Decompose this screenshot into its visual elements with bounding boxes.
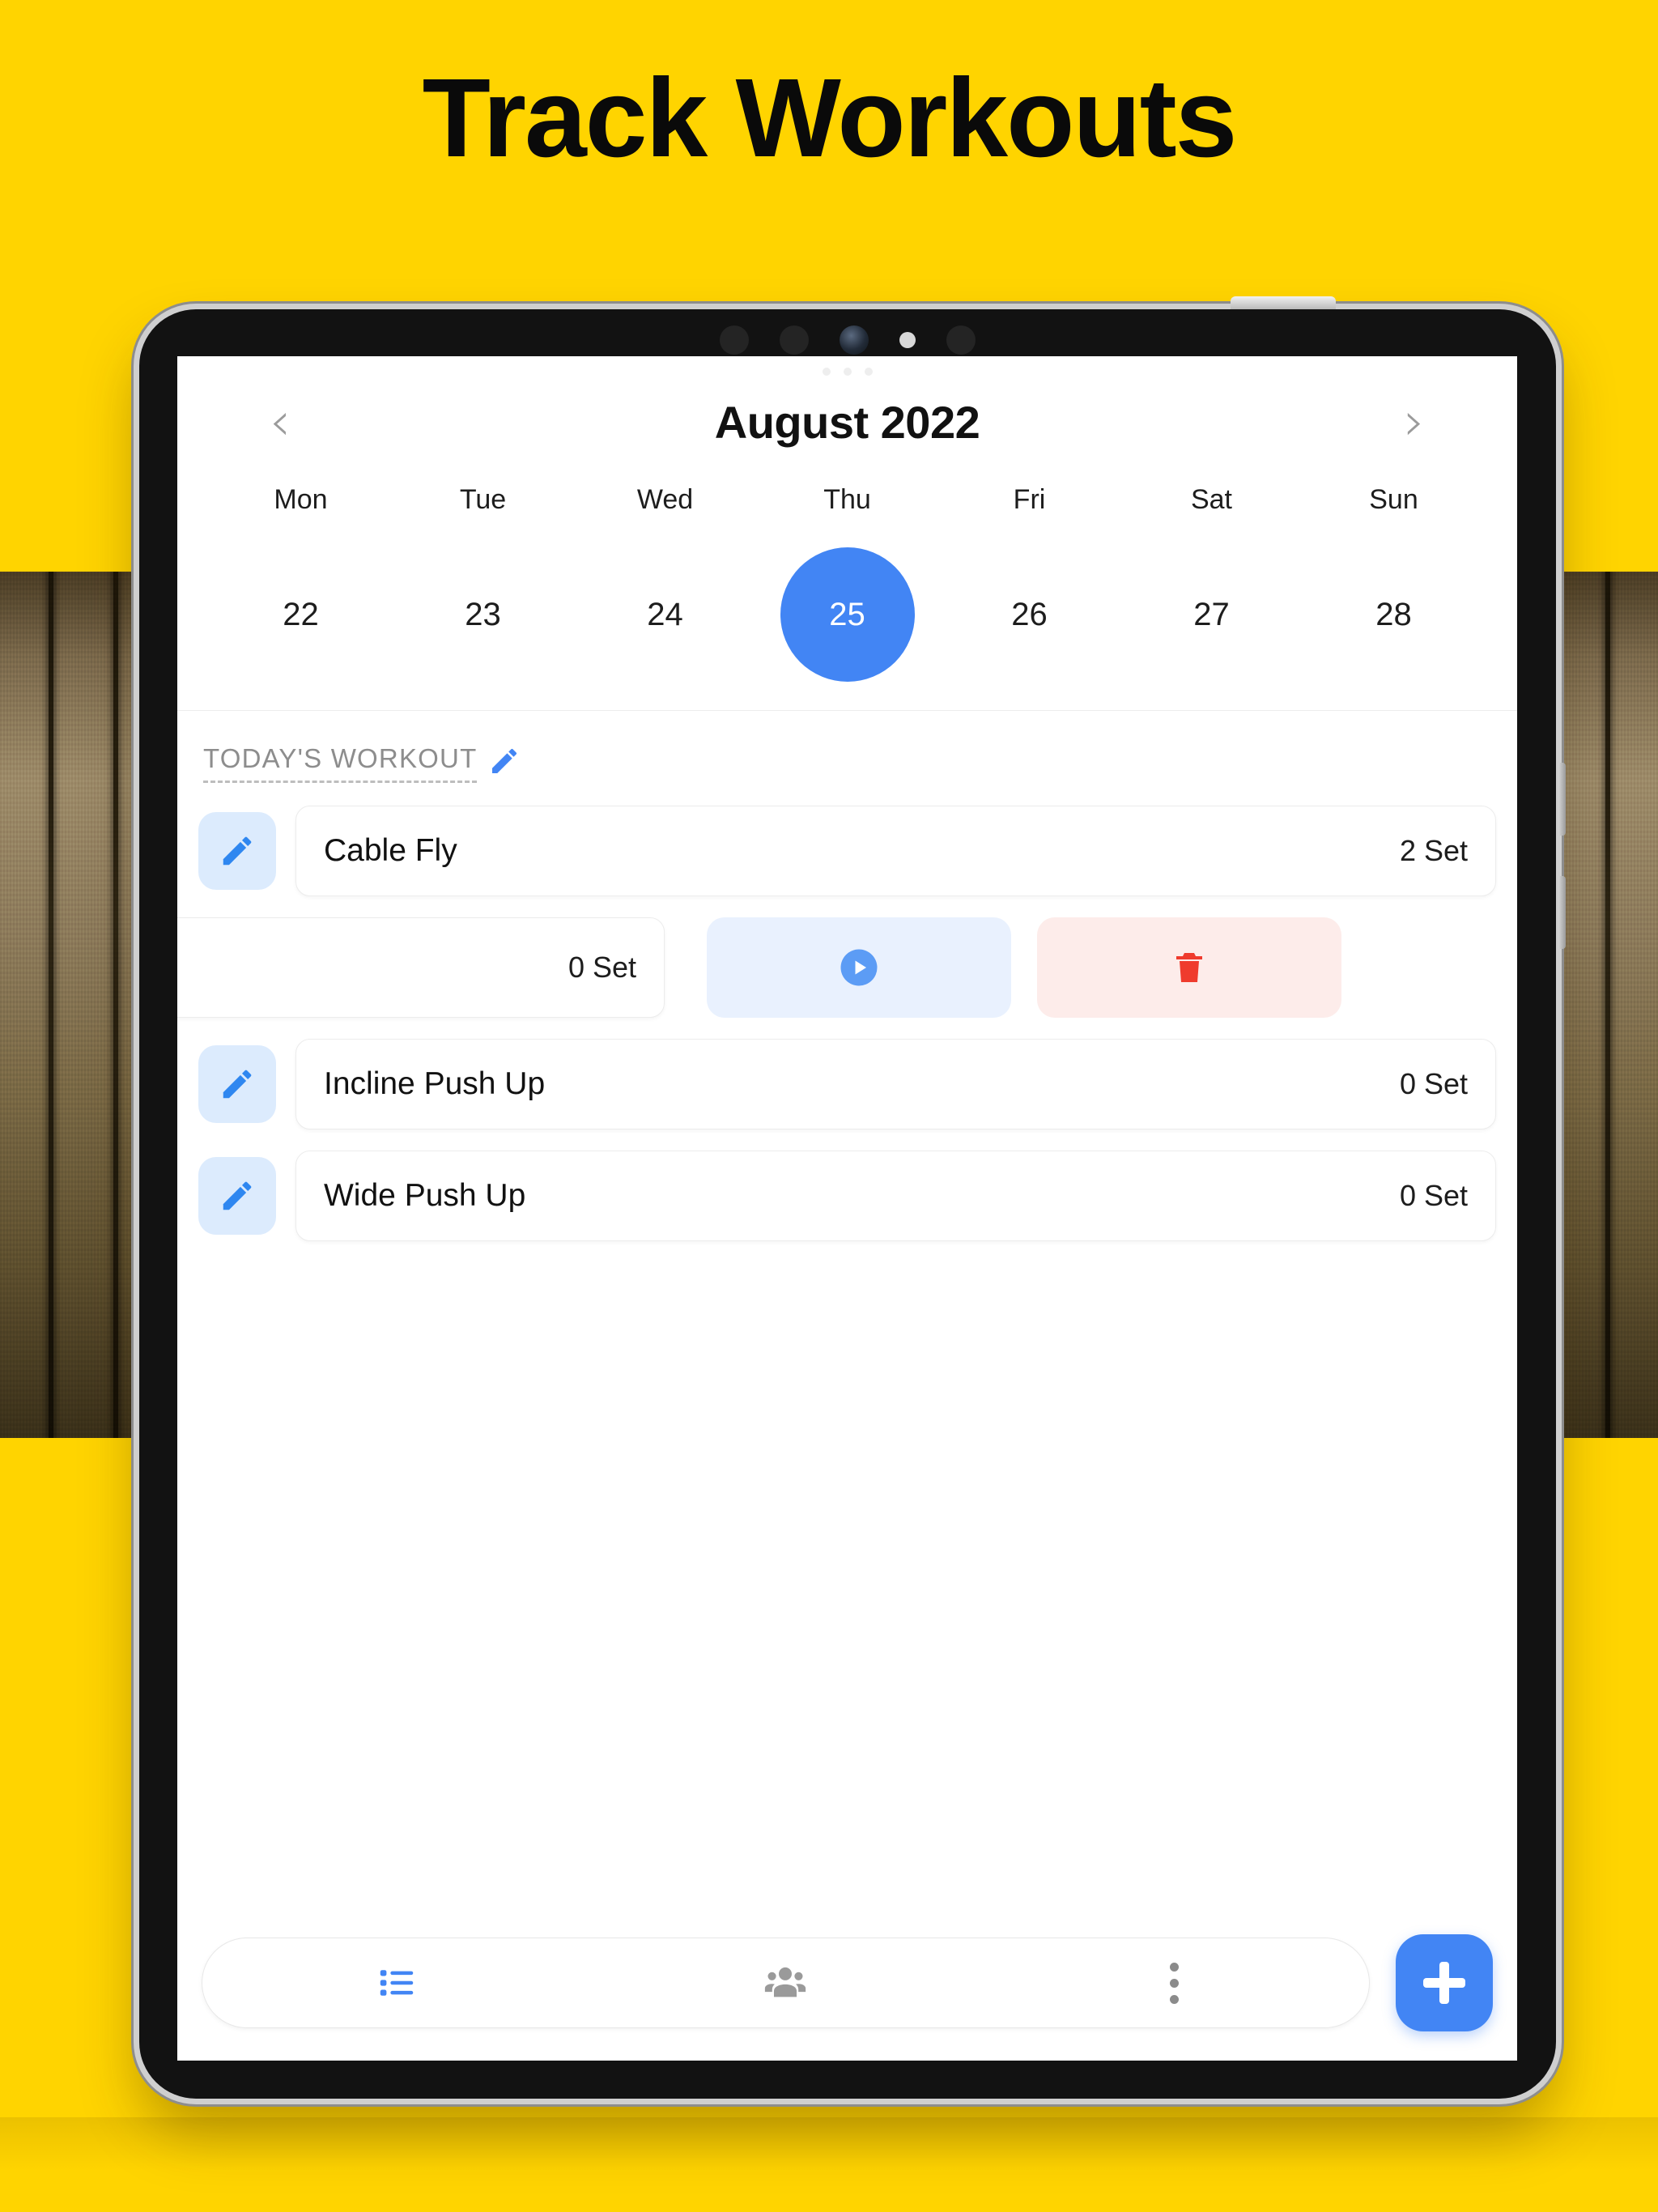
trash-icon bbox=[1176, 953, 1202, 982]
delete-exercise-button[interactable] bbox=[1037, 917, 1341, 1018]
calendar-weekday-row: Mon Tue Wed Thu Fri Sat Sun bbox=[177, 484, 1517, 516]
nav-item-community[interactable] bbox=[591, 1959, 980, 2006]
exercise-name: Cable Fly bbox=[324, 833, 457, 868]
calendar-header: ‹ August 2022 › bbox=[177, 393, 1517, 450]
prev-month-button[interactable]: ‹ bbox=[252, 393, 308, 450]
bottom-bar bbox=[177, 1934, 1517, 2031]
pencil-icon[interactable] bbox=[488, 745, 521, 781]
exercise-row[interactable]: Wide Push Up 0 Set bbox=[177, 1151, 1517, 1241]
pencil-icon bbox=[223, 1070, 252, 1099]
nav-item-more[interactable] bbox=[980, 1962, 1369, 2004]
weekday-label: Wed bbox=[636, 484, 694, 515]
calendar-day-22[interactable]: 22 bbox=[234, 547, 368, 682]
weekday-label: Tue bbox=[459, 484, 507, 515]
exercise-name: Incline Push Up bbox=[324, 1066, 546, 1101]
tablet-power-button bbox=[1231, 296, 1336, 309]
exercise-set-count: 0 Set bbox=[1399, 1179, 1468, 1212]
pencil-icon bbox=[223, 836, 252, 866]
exercise-set-count: 2 Set bbox=[1399, 834, 1468, 867]
list-icon bbox=[380, 1970, 414, 1996]
calendar-day-23[interactable]: 23 bbox=[416, 547, 551, 682]
exercise-card[interactable]: Incline Push Up 0 Set bbox=[295, 1039, 1496, 1129]
swipe-action-group bbox=[707, 917, 1341, 1018]
edit-exercise-button[interactable] bbox=[198, 812, 276, 890]
tablet-volume-down-button bbox=[1558, 876, 1566, 949]
bottom-navigation bbox=[202, 1938, 1370, 2028]
calendar-day-26[interactable]: 26 bbox=[963, 547, 1097, 682]
background-shadow-band bbox=[0, 2117, 1658, 2212]
weekday-label: Thu bbox=[823, 484, 871, 515]
calendar-strip: ‹ August 2022 › Mon Tue Wed Thu Fri Sat … bbox=[177, 356, 1517, 711]
tablet-device: ‹ August 2022 › Mon Tue Wed Thu Fri Sat … bbox=[139, 296, 1566, 2099]
pencil-icon bbox=[223, 1181, 252, 1210]
exercise-card[interactable]: Wide Push Up 0 Set bbox=[295, 1151, 1496, 1241]
app-screen: ‹ August 2022 › Mon Tue Wed Thu Fri Sat … bbox=[177, 356, 1517, 2061]
weekday-label: Fri bbox=[1013, 484, 1046, 515]
page-title: Track Workouts bbox=[422, 56, 1238, 181]
add-exercise-button[interactable] bbox=[1396, 1934, 1493, 2031]
exercise-list: Cable Fly 2 Set 0 Set Incline Push Up 0 … bbox=[177, 806, 1517, 1241]
section-title-label: TODAY'S WORKOUT bbox=[203, 743, 478, 783]
edit-exercise-button[interactable] bbox=[198, 1045, 276, 1123]
exercise-row[interactable]: Incline Push Up 0 Set bbox=[177, 1039, 1517, 1129]
camera-array bbox=[139, 325, 1556, 355]
exercise-card-swiped[interactable]: 0 Set bbox=[177, 917, 665, 1018]
start-workout-button[interactable] bbox=[707, 917, 1011, 1018]
weekday-label: Mon bbox=[274, 484, 328, 515]
more-vertical-icon bbox=[1170, 1962, 1180, 2004]
camera-lens-icon bbox=[840, 325, 869, 355]
exercise-set-count: 0 Set bbox=[1399, 1067, 1468, 1100]
camera-lens-icon bbox=[780, 325, 809, 355]
calendar-day-24[interactable]: 24 bbox=[598, 547, 733, 682]
exercise-row[interactable]: Cable Fly 2 Set bbox=[177, 806, 1517, 896]
nav-item-workouts[interactable] bbox=[202, 1961, 591, 2005]
calendar-day-row: 22 23 24 25 26 27 28 bbox=[177, 534, 1517, 696]
calendar-day-27[interactable]: 27 bbox=[1145, 547, 1279, 682]
calendar-day-25-selected[interactable]: 25 bbox=[780, 547, 915, 682]
exercise-name: Wide Push Up bbox=[324, 1178, 526, 1213]
weekday-label: Sun bbox=[1369, 484, 1418, 515]
tablet-volume-up-button bbox=[1558, 763, 1566, 836]
camera-flash-icon bbox=[899, 332, 916, 348]
weekday-label: Sat bbox=[1190, 484, 1233, 515]
exercise-row-swiped[interactable]: 0 Set bbox=[177, 917, 1517, 1018]
plus-icon bbox=[1423, 1962, 1465, 2004]
calendar-title: August 2022 bbox=[714, 396, 980, 448]
next-month-button[interactable]: › bbox=[1386, 393, 1443, 450]
people-icon bbox=[765, 1967, 806, 1997]
calendar-day-28[interactable]: 28 bbox=[1327, 547, 1461, 682]
camera-lens-icon bbox=[946, 325, 976, 355]
section-header: TODAY'S WORKOUT bbox=[177, 711, 1517, 783]
edit-exercise-button[interactable] bbox=[198, 1157, 276, 1235]
play-circle-icon bbox=[840, 949, 878, 986]
exercise-set-count: 0 Set bbox=[568, 951, 636, 984]
exercise-card[interactable]: Cable Fly 2 Set bbox=[295, 806, 1496, 896]
camera-lens-icon bbox=[720, 325, 749, 355]
drag-handle[interactable] bbox=[177, 368, 1517, 376]
